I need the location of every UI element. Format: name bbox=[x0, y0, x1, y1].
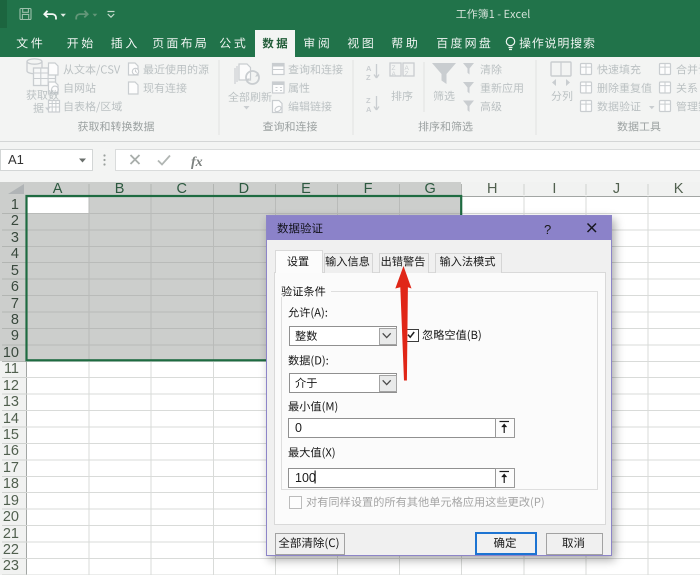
svg-text:Z: Z bbox=[405, 71, 409, 78]
svg-text:A: A bbox=[366, 64, 372, 73]
svg-text:A: A bbox=[366, 105, 372, 114]
svg-text:Z: Z bbox=[366, 73, 371, 82]
svg-text:Z: Z bbox=[366, 96, 371, 105]
svg-text:fx: fx bbox=[191, 155, 203, 170]
svg-text:A: A bbox=[392, 71, 397, 78]
